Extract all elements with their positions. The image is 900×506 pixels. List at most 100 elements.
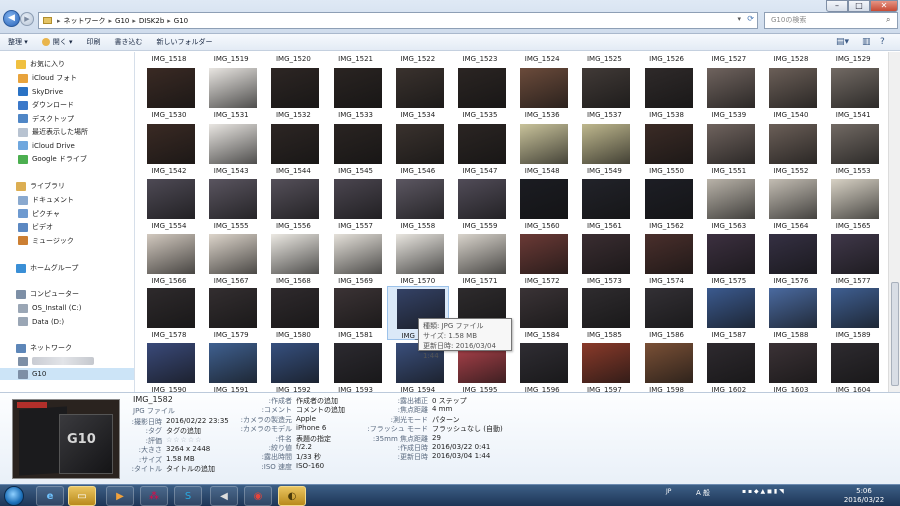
file-item[interactable]: IMG_1532 (262, 66, 324, 120)
file-item[interactable]: IMG_1568 (262, 232, 324, 286)
file-item[interactable]: IMG_1563 (698, 177, 760, 231)
print-button[interactable]: 印刷 (87, 37, 101, 47)
apps-grid-icon[interactable]: ⁂ (140, 486, 168, 506)
detail-value[interactable]: 29 (432, 434, 441, 442)
detail-value[interactable]: ISO-160 (296, 462, 324, 470)
file-item[interactable]: IMG_1554 (138, 177, 200, 231)
file-item[interactable]: IMG_1520 (262, 54, 324, 64)
file-item[interactable]: IMG_1556 (262, 177, 324, 231)
detail-value[interactable]: 3264 x 2448 (166, 445, 210, 453)
nav-favorite-item[interactable]: Google ドライブ (18, 153, 87, 165)
file-item[interactable]: IMG_1552 (760, 122, 822, 176)
explorer-taskbar-icon[interactable]: ▭ (68, 486, 96, 506)
computer-header[interactable]: コンピューター (16, 288, 79, 300)
file-item[interactable]: IMG_1573 (573, 232, 635, 286)
address-field[interactable]: ▸ ネットワーク ▸ G10 ▸ DISK2b ▸ G10 ▾ ⟳ (38, 12, 758, 29)
favorites-header[interactable]: お気に入り (16, 58, 65, 70)
chrome-icon[interactable]: ◉ (244, 486, 272, 506)
file-item[interactable]: IMG_1562 (636, 177, 698, 231)
nav-library-item[interactable]: ドキュメント (18, 194, 74, 206)
file-item[interactable]: IMG_1603 (760, 341, 822, 392)
file-item[interactable]: IMG_1566 (138, 232, 200, 286)
file-item[interactable]: IMG_1548 (511, 122, 573, 176)
file-item[interactable]: IMG_1559 (449, 177, 511, 231)
refresh-icon[interactable]: ⟳ (747, 14, 754, 23)
file-item[interactable]: IMG_1543 (200, 122, 262, 176)
file-item[interactable]: IMG_1553 (822, 122, 884, 176)
nav-favorite-item[interactable]: ダウンロード (18, 99, 74, 111)
file-item[interactable]: IMG_1529 (822, 54, 884, 64)
file-item[interactable]: IMG_1570 (387, 232, 449, 286)
file-item[interactable]: IMG_1575 (698, 232, 760, 286)
nav-library-item[interactable]: ミュージック (18, 235, 74, 247)
file-item[interactable]: IMG_1578 (138, 286, 200, 340)
file-item[interactable]: IMG_1598 (636, 341, 698, 392)
breadcrumb-g10-folder[interactable]: G10 (174, 17, 188, 25)
file-item[interactable]: IMG_1588 (760, 286, 822, 340)
app-icon[interactable]: ◐ (278, 486, 306, 506)
file-item[interactable]: IMG_1560 (511, 177, 573, 231)
vertical-scrollbar[interactable] (888, 52, 900, 392)
breadcrumb-network[interactable]: ネットワーク (64, 16, 106, 26)
file-item[interactable]: IMG_1576 (760, 232, 822, 286)
nav-favorite-item[interactable]: 最近表示した場所 (18, 126, 88, 138)
nav-library-item[interactable]: ピクチャ (18, 208, 60, 220)
file-item[interactable]: IMG_1538 (636, 66, 698, 120)
file-item[interactable]: IMG_1519 (200, 54, 262, 64)
file-item[interactable]: IMG_1524 (511, 54, 573, 64)
libraries-header[interactable]: ライブラリ (16, 180, 65, 192)
help-icon[interactable]: ? (880, 37, 885, 47)
file-item[interactable]: IMG_1518 (138, 54, 200, 64)
ime-indicator[interactable]: JP (666, 488, 671, 495)
view-options-icon[interactable]: ▤▾ (836, 37, 849, 47)
file-item[interactable]: IMG_1539 (698, 66, 760, 120)
file-item[interactable]: IMG_1591 (200, 341, 262, 392)
file-item[interactable]: IMG_1534 (387, 66, 449, 120)
file-item[interactable]: IMG_1530 (138, 66, 200, 120)
organize-button[interactable]: 整理 ▾ (8, 37, 28, 47)
preview-pane-icon[interactable]: ▥ (862, 37, 871, 47)
file-item[interactable]: IMG_1581 (325, 286, 387, 340)
file-item[interactable]: IMG_1569 (325, 232, 387, 286)
nav-network-host-redacted[interactable] (18, 355, 94, 367)
detail-value[interactable]: f/2.2 (296, 443, 312, 451)
nav-library-item[interactable]: ビデオ (18, 221, 53, 233)
open-button[interactable]: 開く ▾ (53, 37, 73, 47)
file-item[interactable]: IMG_1521 (325, 54, 387, 64)
forward-button[interactable]: ▶ (20, 12, 34, 26)
detail-value[interactable]: Apple (296, 415, 316, 423)
file-item[interactable]: IMG_1604 (822, 341, 884, 392)
detail-value[interactable]: フラッシュなし (自動) (432, 424, 503, 434)
file-item[interactable]: IMG_1597 (573, 341, 635, 392)
file-item[interactable]: IMG_1550 (636, 122, 698, 176)
detail-value[interactable]: 2016/02/22 23:35 (166, 417, 229, 425)
file-item[interactable]: IMG_1602 (698, 341, 760, 392)
maximize-button[interactable]: □ (848, 0, 870, 12)
file-item[interactable]: IMG_1522 (387, 54, 449, 64)
file-item[interactable]: IMG_1544 (262, 122, 324, 176)
file-item[interactable]: IMG_1536 (511, 66, 573, 120)
new-folder-button[interactable]: 新しいフォルダー (157, 37, 213, 47)
file-item[interactable]: IMG_1542 (138, 122, 200, 176)
nav-favorite-item[interactable]: iCloud Drive (18, 140, 75, 152)
nav-network-selected[interactable]: G10 (0, 368, 134, 380)
nav-drive-item[interactable]: OS_Install (C:) (18, 302, 81, 314)
file-item[interactable]: IMG_1593 (325, 341, 387, 392)
detail-value[interactable]: 1.58 MB (166, 455, 195, 463)
file-item[interactable]: IMG_1533 (325, 66, 387, 120)
search-input[interactable]: G10の検索 (764, 12, 898, 29)
file-item[interactable]: IMG_1537 (573, 66, 635, 120)
file-item[interactable]: IMG_1528 (760, 54, 822, 64)
file-item[interactable]: IMG_1571 (449, 232, 511, 286)
chevron-down-icon[interactable]: ▾ (737, 15, 741, 23)
file-item[interactable]: IMG_1557 (325, 177, 387, 231)
file-item[interactable]: IMG_1590 (138, 341, 200, 392)
detail-value[interactable]: 2016/03/04 1:44 (432, 452, 490, 460)
file-item[interactable]: IMG_1526 (636, 54, 698, 64)
detail-value[interactable]: iPhone 6 (296, 424, 326, 432)
file-item[interactable]: IMG_1584 (511, 286, 573, 340)
file-item[interactable]: IMG_1587 (698, 286, 760, 340)
file-item[interactable]: IMG_1523 (449, 54, 511, 64)
minimize-button[interactable]: – (826, 0, 848, 12)
ime-mode[interactable]: A 般 (696, 488, 710, 498)
